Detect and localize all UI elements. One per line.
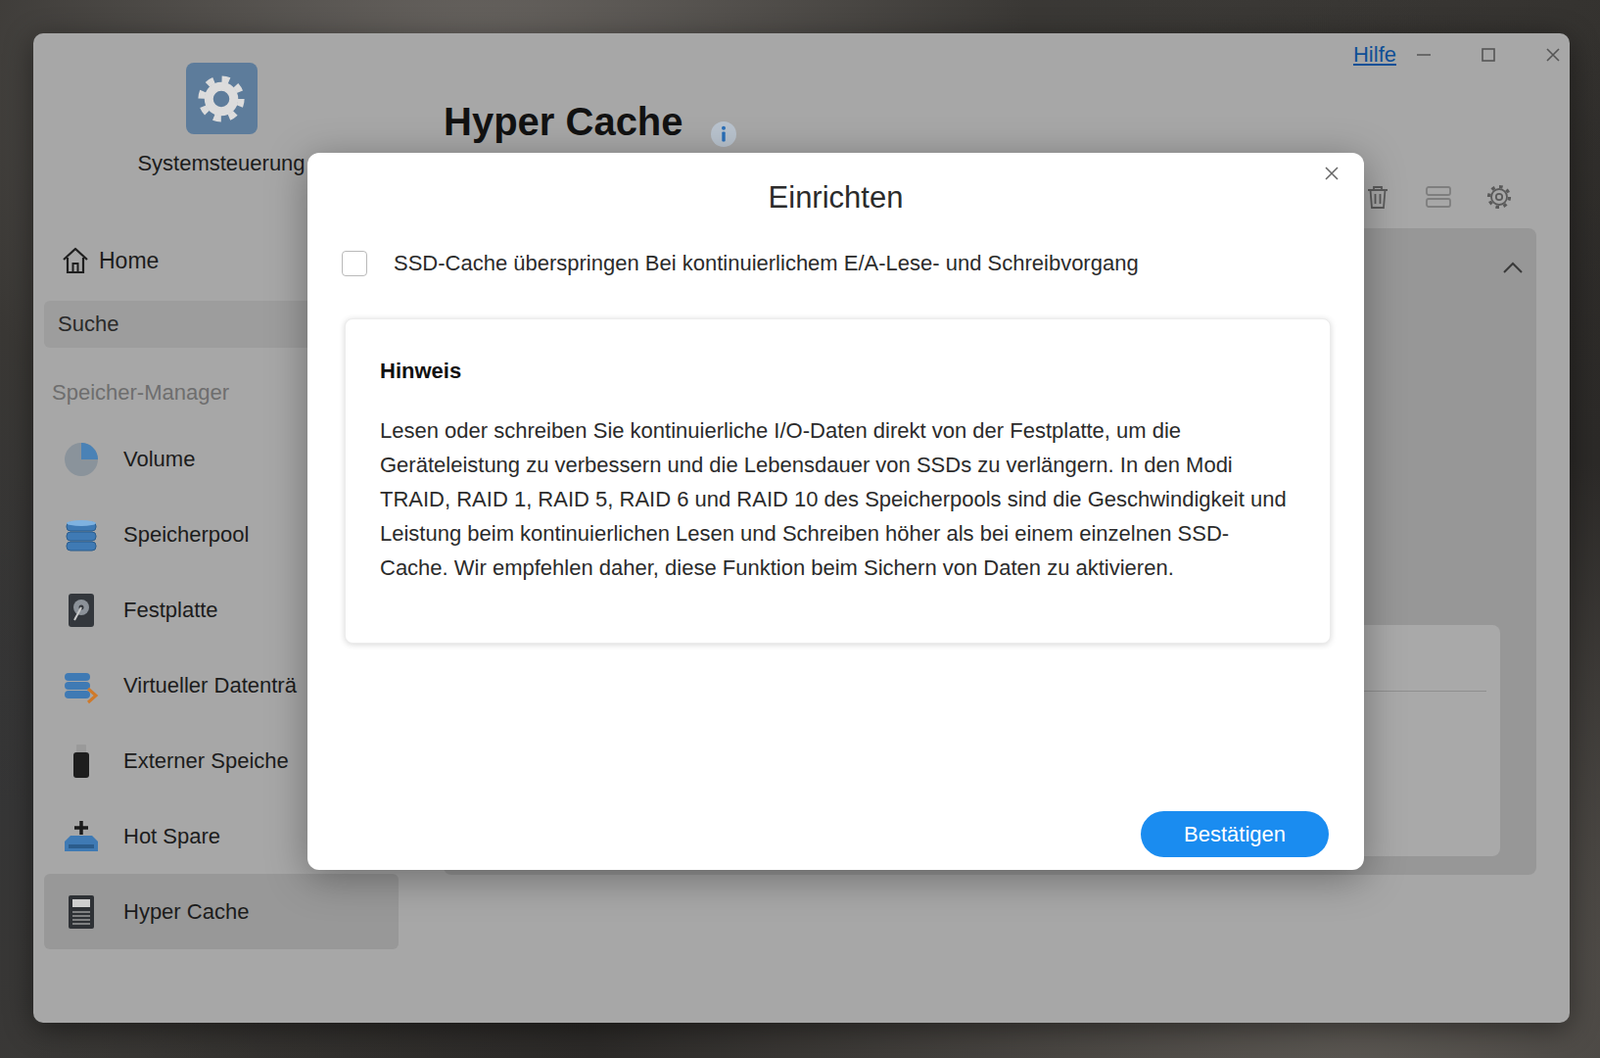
chevron-up-icon[interactable] [1501, 259, 1525, 276]
setup-dialog: Einrichten SSD-Cache überspringen Bei kon… [307, 152, 1365, 870]
page-title: Hyper Cache [443, 99, 684, 144]
minimize-icon[interactable] [1415, 47, 1432, 63]
sidebar-item-label: Speicherpool [123, 521, 249, 548]
sidebar-item-label: Volume [123, 446, 195, 472]
hot-spare-icon [62, 817, 100, 855]
storage-icon[interactable] [1424, 183, 1453, 211]
sidebar-item-label: Externer Speiche [123, 748, 289, 774]
help-link[interactable]: Hilfe [1353, 42, 1397, 68]
volume-icon [62, 440, 100, 478]
usb-drive-icon [62, 742, 100, 780]
trash-icon[interactable] [1364, 183, 1392, 211]
app-title: Systemsteuerung [137, 149, 305, 178]
button-row: Bestätigen [307, 810, 1365, 857]
virtual-disk-icon [62, 666, 100, 705]
title-bar: Hilfe [443, 33, 1561, 77]
sidebar-item-label: Virtueller Datenträ [123, 672, 297, 699]
info-icon[interactable] [709, 120, 738, 148]
storage-pool-icon [62, 516, 100, 554]
skip-cache-option[interactable]: SSD-Cache überspringen Bei kontinuierlic… [307, 248, 1365, 279]
gear-icon [194, 72, 248, 126]
close-icon[interactable] [1323, 165, 1340, 182]
sidebar-item-label: Festplatte [123, 597, 219, 623]
checkbox-label: SSD-Cache überspringen Bei kontinuierlic… [393, 250, 1139, 277]
sidebar-item-label: Hot Spare [123, 823, 221, 849]
close-icon[interactable] [1545, 47, 1561, 63]
note-card: Hinweis Lesen oder schreiben Sie kontinui… [344, 318, 1331, 644]
home-icon [60, 245, 91, 276]
sidebar-item-label: Hyper Cache [123, 898, 249, 925]
ssd-icon [62, 893, 100, 931]
maximize-icon[interactable] [1480, 47, 1497, 63]
home-label: Home [98, 247, 159, 275]
hard-disk-icon [62, 591, 100, 629]
dialog-title: Einrichten [307, 176, 1365, 220]
confirm-button[interactable]: Bestätigen [1140, 810, 1329, 857]
note-text: Lesen oder schreiben Sie kontinuierliche… [379, 413, 1296, 585]
sidebar-item[interactable]: Hyper Cache [44, 873, 399, 949]
app-logo [186, 62, 258, 135]
page-header: Hyper Cache [443, 94, 1537, 148]
checkbox[interactable] [341, 250, 368, 277]
settings-gear-icon[interactable] [1485, 183, 1513, 211]
note-heading: Hinweis [379, 356, 1296, 386]
